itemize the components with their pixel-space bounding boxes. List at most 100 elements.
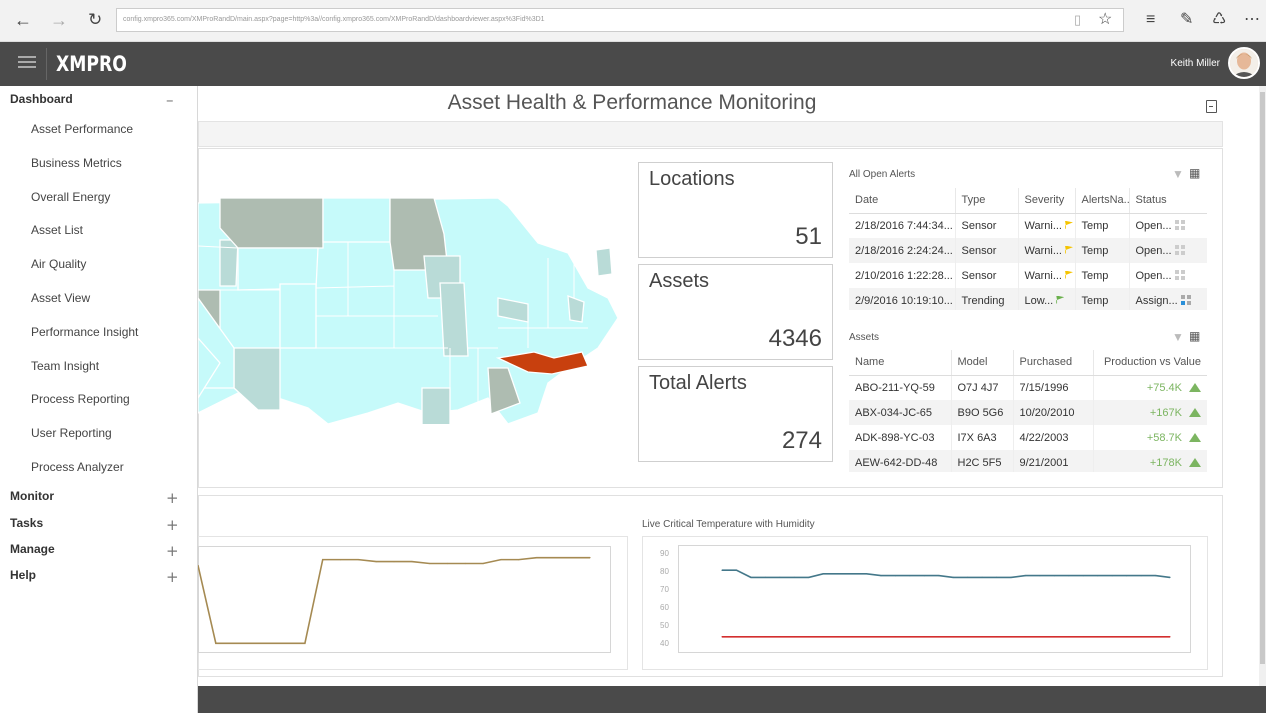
series-line — [198, 556, 590, 645]
export-icon[interactable] — [1206, 100, 1217, 113]
sidebar-item-team-insight[interactable]: Team Insight — [31, 359, 99, 373]
chart-1-svg[interactable] — [198, 546, 611, 653]
share-icon[interactable]: ♺ — [1212, 11, 1226, 29]
state-illinois[interactable] — [439, 282, 469, 357]
filter-icon[interactable]: ▼ — [1172, 330, 1184, 344]
data-point — [923, 636, 925, 638]
state-arizona[interactable] — [233, 347, 281, 411]
column-chooser-icon[interactable]: ▦ — [1189, 329, 1200, 343]
web-note-icon[interactable]: ✎ — [1180, 11, 1193, 29]
column-header[interactable]: Status — [1129, 188, 1207, 214]
sidebar-item-asset-list[interactable]: Asset List — [31, 223, 83, 237]
data-point — [357, 559, 359, 561]
sidebar-item-asset-performance[interactable]: Asset Performance — [31, 122, 133, 136]
cell-model: O7J 4J7 — [951, 375, 1014, 400]
cell-date: 2/9/2016 10:19:10... — [849, 288, 956, 310]
back-arrow-icon[interactable]: ← — [14, 10, 32, 30]
expand-icon[interactable]: + — [166, 542, 179, 560]
state-montana[interactable] — [219, 198, 324, 249]
status-text: Open... — [1135, 219, 1172, 232]
user-name[interactable]: Keith Miller — [1171, 58, 1220, 69]
cell-alert-name: Temp — [1075, 213, 1130, 238]
flag-icon — [1065, 270, 1073, 279]
status-text: Open... — [1135, 269, 1172, 282]
sidebar-section-dashboard[interactable]: Dashboard — [10, 92, 73, 106]
column-header[interactable]: Type — [955, 188, 1019, 214]
data-point — [721, 569, 723, 571]
state-colorado[interactable] — [279, 283, 317, 349]
column-header[interactable]: Name — [849, 350, 952, 376]
total-alerts-card[interactable]: Total Alerts 274 — [638, 366, 833, 462]
collapse-icon[interactable]: – — [166, 91, 174, 109]
filter-icon[interactable]: ▼ — [1172, 167, 1184, 181]
data-point — [764, 636, 766, 638]
cell-name: AEW-642-DD-48 — [849, 450, 952, 472]
chart-2-svg[interactable] — [678, 545, 1191, 653]
data-point — [286, 642, 288, 644]
forward-arrow-icon[interactable]: → — [50, 10, 68, 30]
sidebar-section-manage[interactable]: Manage — [10, 542, 55, 556]
table-row[interactable]: AEW-642-DD-48 H2C 5F5 9/21/2001 +178K — [849, 450, 1207, 472]
sidebar-item-process-reporting[interactable]: Process Reporting — [31, 392, 130, 406]
data-point — [1024, 636, 1027, 638]
column-header[interactable]: Production vs Value — [1093, 350, 1207, 376]
status-text: Assign... — [1135, 294, 1178, 307]
hamburger-menu-icon[interactable] — [18, 56, 36, 70]
sidebar-item-asset-view[interactable]: Asset View — [31, 291, 90, 305]
favorite-star-icon[interactable]: ☆ — [1098, 11, 1112, 29]
scrollbar-thumb[interactable] — [1260, 92, 1265, 664]
us-map[interactable] — [198, 198, 638, 424]
sidebar-section-monitor[interactable]: Monitor — [10, 489, 54, 503]
table-row[interactable]: 2/10/2016 1:22:28... Sensor Warni... Tem… — [849, 263, 1207, 288]
production-value: +58.7K — [1146, 431, 1182, 444]
data-point — [1010, 636, 1012, 638]
more-icon[interactable]: ⋯ — [1244, 11, 1260, 29]
address-bar[interactable]: config.xmpro365.com/XMProRandD/main.aspx… — [116, 8, 1124, 32]
data-point — [500, 559, 502, 561]
table-row[interactable]: ABO-211-YQ-59 O7J 4J7 7/15/1996 +75.4K — [849, 375, 1207, 400]
sidebar-item-user-reporting[interactable]: User Reporting — [31, 426, 112, 440]
cell-alert-name: Temp — [1075, 288, 1130, 310]
column-header[interactable]: Model — [951, 350, 1014, 376]
expand-icon[interactable]: + — [166, 568, 179, 586]
sidebar-item-business-metrics[interactable]: Business Metrics — [31, 156, 122, 170]
sidebar-item-air-quality[interactable]: Air Quality — [31, 257, 86, 271]
sidebar-item-performance-insight[interactable]: Performance Insight — [31, 325, 138, 339]
header-divider — [46, 48, 47, 80]
user-avatar[interactable] — [1228, 47, 1260, 79]
assets-card[interactable]: Assets 4346 — [638, 264, 833, 360]
expand-icon[interactable]: + — [166, 489, 179, 507]
sidebar-item-process-analyzer[interactable]: Process Analyzer — [31, 460, 124, 474]
data-point — [967, 576, 969, 578]
state-louisiana[interactable] — [421, 387, 451, 424]
state-north-dakota[interactable] — [322, 198, 391, 243]
sidebar-section-tasks[interactable]: Tasks — [10, 516, 43, 530]
data-point — [1039, 575, 1041, 577]
expand-icon[interactable]: + — [166, 516, 179, 534]
filter-bar — [198, 121, 1223, 147]
up-arrow-icon — [1189, 432, 1201, 442]
reading-view-icon[interactable]: ▯ — [1074, 11, 1081, 29]
sidebar-section-help[interactable]: Help — [10, 568, 36, 582]
column-header[interactable]: Date — [849, 188, 956, 214]
table-row[interactable]: ADK-898-YC-03 I7X 6A3 4/22/2003 +58.7K — [849, 425, 1207, 450]
table-row[interactable]: 2/9/2016 10:19:10... Trending Low... Tem… — [849, 288, 1207, 310]
data-point — [851, 573, 853, 575]
up-arrow-icon — [1189, 382, 1201, 392]
sidebar-item-overall-energy[interactable]: Overall Energy — [31, 190, 110, 204]
column-chooser-icon[interactable]: ▦ — [1189, 166, 1200, 180]
column-header[interactable]: AlertsNa... — [1075, 188, 1130, 214]
table-row[interactable]: 2/18/2016 2:24:24... Sensor Warni... Tem… — [849, 238, 1207, 263]
state-vermont[interactable] — [595, 247, 613, 277]
refresh-icon[interactable]: ↻ — [88, 10, 102, 30]
table-row[interactable]: 2/18/2016 7:44:34... Sensor Warni... Tem… — [849, 213, 1207, 238]
cell-production: +75.4K — [1093, 375, 1207, 400]
data-point — [375, 560, 377, 563]
column-header[interactable]: Severity — [1018, 188, 1076, 214]
cell-severity: Warni... — [1018, 263, 1076, 288]
data-point — [1154, 636, 1157, 638]
column-header[interactable]: Purchased — [1013, 350, 1094, 376]
table-row[interactable]: ABX-034-JC-65 B9O 5G6 10/20/2010 +167K — [849, 400, 1207, 425]
hub-icon[interactable]: ≡ — [1146, 11, 1155, 29]
locations-card[interactable]: Locations 51 — [638, 162, 833, 258]
